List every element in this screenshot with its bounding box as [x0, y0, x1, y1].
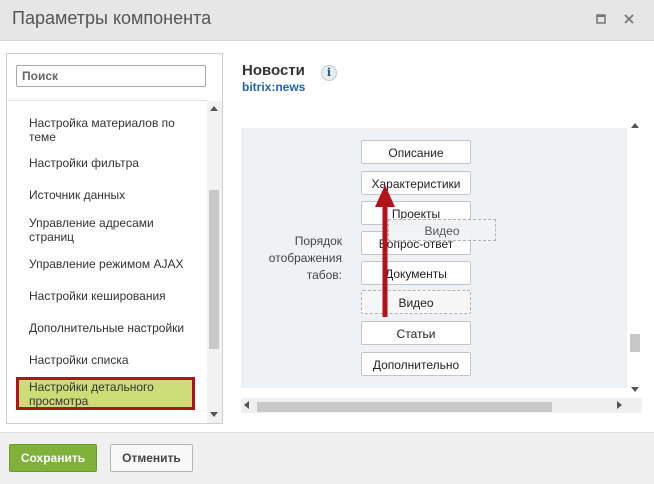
drag-direction-arrow-icon	[375, 185, 395, 317]
settings-sidebar: Настройка материалов по теме Настройки ф…	[6, 53, 223, 424]
titlebar: Параметры компонента	[0, 0, 654, 41]
dialog-footer	[0, 432, 654, 484]
sidebar-item-url-management[interactable]: Управление адресами страниц	[29, 216, 189, 244]
info-icon[interactable]: i	[321, 65, 337, 81]
cancel-button[interactable]: Отменить	[110, 444, 193, 472]
tab-item-additional[interactable]: Дополнительно	[361, 352, 471, 376]
sidebar-item-caching[interactable]: Настройки кеширования	[29, 289, 189, 303]
component-id: bitrix:news	[242, 80, 306, 94]
scroll-up-icon[interactable]	[631, 123, 639, 128]
panel-vertical-scrollbar[interactable]	[627, 120, 642, 398]
sidebar-item-related-materials[interactable]: Настройка материалов по теме	[29, 116, 189, 144]
panel-horizontal-scrollbar-thumb[interactable]	[257, 402, 552, 412]
dragging-tab-video[interactable]: Видео	[388, 219, 496, 241]
tab-item-description[interactable]: Описание	[361, 140, 471, 164]
tab-order-label: Порядок отображения табов:	[268, 234, 342, 282]
scroll-down-icon[interactable]	[210, 412, 218, 417]
scroll-up-icon[interactable]	[210, 106, 218, 111]
scroll-right-icon[interactable]	[617, 401, 622, 409]
sidebar-scrollbar-thumb[interactable]	[209, 190, 219, 349]
maximize-icon[interactable]	[594, 12, 608, 26]
panel-vertical-scrollbar-thumb[interactable]	[630, 334, 640, 352]
close-icon[interactable]	[622, 12, 636, 26]
sidebar-item-detail-view[interactable]: Настройки детального просмотра	[29, 380, 189, 408]
sidebar-item-additional[interactable]: Дополнительные настройки	[29, 321, 189, 335]
search-input[interactable]	[16, 65, 206, 87]
sidebar-item-ajax[interactable]: Управление режимом AJAX	[29, 257, 189, 271]
save-button[interactable]: Сохранить	[9, 444, 97, 472]
sidebar-item-list[interactable]: Настройки списка	[29, 353, 189, 367]
component-settings-dialog: Параметры компонента Настройка материало…	[0, 0, 654, 484]
tab-item-articles[interactable]: Статьи	[361, 321, 471, 345]
window-title: Параметры компонента	[12, 8, 212, 28]
scroll-down-icon[interactable]	[631, 387, 639, 392]
divider	[7, 100, 207, 101]
sidebar-item-filter[interactable]: Настройки фильтра	[29, 156, 189, 170]
scroll-left-icon[interactable]	[244, 401, 249, 409]
component-name: Новости	[242, 62, 305, 79]
sidebar-item-data-source[interactable]: Источник данных	[29, 188, 189, 202]
